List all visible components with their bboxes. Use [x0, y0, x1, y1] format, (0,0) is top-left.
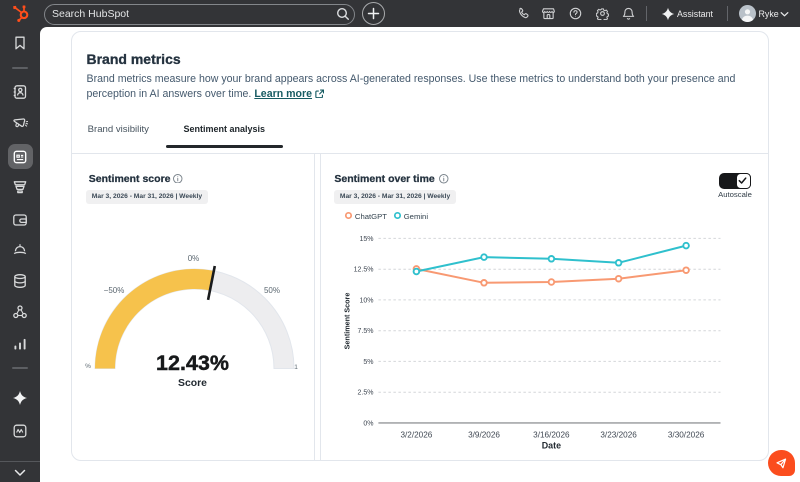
svg-text:0%: 0%	[363, 420, 373, 427]
svg-text:3/23/2026: 3/23/2026	[600, 430, 637, 439]
svg-text:3/16/2026: 3/16/2026	[533, 430, 570, 439]
svg-text:2.5%: 2.5%	[358, 390, 374, 397]
svg-text:Date: Date	[542, 440, 561, 450]
svg-text:3/2/2026: 3/2/2026	[400, 430, 432, 439]
svg-text:5%: 5%	[363, 359, 373, 366]
svg-text:3/30/2026: 3/30/2026	[668, 430, 705, 439]
svg-text:15%: 15%	[359, 236, 373, 243]
svg-text:12.5%: 12.5%	[354, 267, 374, 274]
svg-text:10%: 10%	[359, 297, 373, 304]
svg-text:7.5%: 7.5%	[358, 328, 374, 335]
svg-text:Sentiment Score: Sentiment Score	[342, 293, 351, 350]
svg-text:3/9/2026: 3/9/2026	[468, 430, 500, 439]
